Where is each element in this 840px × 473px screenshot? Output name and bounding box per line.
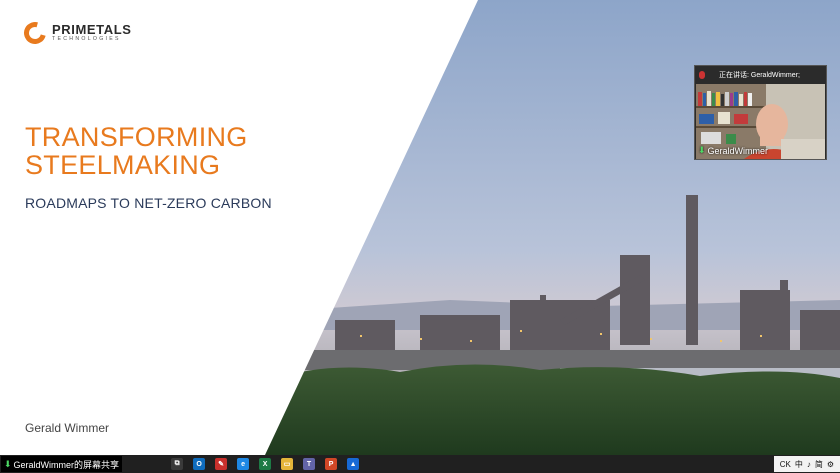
powerpoint-icon[interactable]: P: [325, 458, 338, 470]
taskbar-apps: ⧉ O ✎ e X ▭ T P ▲: [166, 458, 364, 470]
presenter-name: Gerald Wimmer: [25, 421, 110, 435]
windows-taskbar: ⬇ GeraldWimmer的屏幕共享 ⧉ O ✎ e X ▭ T P ▲ CK 中 ♪ 简 ⚙: [0, 455, 840, 473]
primetals-logo-icon: [19, 17, 51, 49]
share-label: GeraldWimmer的屏幕共享: [13, 459, 120, 470]
task-view-icon[interactable]: ⧉: [171, 458, 184, 470]
outlook-icon[interactable]: O: [193, 458, 206, 470]
primetals-logo: PRIMETALS TECHNOLOGIES: [19, 17, 132, 49]
edge-dev-icon[interactable]: ✎: [215, 458, 228, 470]
participant-label: ⬇ GeraldWimmer: [698, 145, 768, 156]
settings-icon[interactable]: ⚙: [827, 460, 834, 469]
speaking-label: 正在讲话: GeraldWimmer;: [719, 72, 800, 79]
tray-ck[interactable]: CK: [780, 460, 791, 469]
speaker-video-tile[interactable]: 正在讲话: GeraldWimmer; ⬇ GeraldWimmer: [694, 65, 827, 160]
speaker-mic-icon: [699, 71, 705, 79]
video-frame: ⬇ GeraldWimmer: [696, 84, 825, 159]
participant-name: GeraldWimmer: [707, 145, 769, 156]
excel-icon[interactable]: X: [259, 458, 272, 470]
mic-on-icon: ⬇: [4, 458, 12, 469]
ime-chinese-icon[interactable]: 中: [795, 459, 803, 470]
title-line-1: TRANSFORMING: [25, 122, 248, 152]
ime-simplified-icon[interactable]: 简: [815, 459, 823, 470]
teams-icon[interactable]: T: [303, 458, 316, 470]
slide-title: TRANSFORMING STEELMAKING: [25, 123, 248, 179]
title-line-2: STEELMAKING: [25, 150, 221, 180]
video-header: 正在讲话: GeraldWimmer;: [695, 66, 826, 84]
file-explorer-icon[interactable]: ▭: [281, 458, 294, 470]
mic-on-icon: ⬇: [698, 145, 706, 155]
logo-name: PRIMETALS: [52, 22, 132, 38]
meeting-app-icon[interactable]: ▲: [347, 458, 360, 470]
logo-subtitle: TECHNOLOGIES: [52, 36, 121, 43]
edge-icon[interactable]: e: [237, 458, 250, 470]
screen-share-indicator[interactable]: ⬇ GeraldWimmer的屏幕共享: [1, 456, 123, 472]
slide-subtitle: ROADMAPS TO NET-ZERO CARBON: [25, 195, 272, 211]
volume-icon[interactable]: ♪: [807, 460, 811, 469]
system-tray: CK 中 ♪ 简 ⚙: [773, 456, 840, 472]
